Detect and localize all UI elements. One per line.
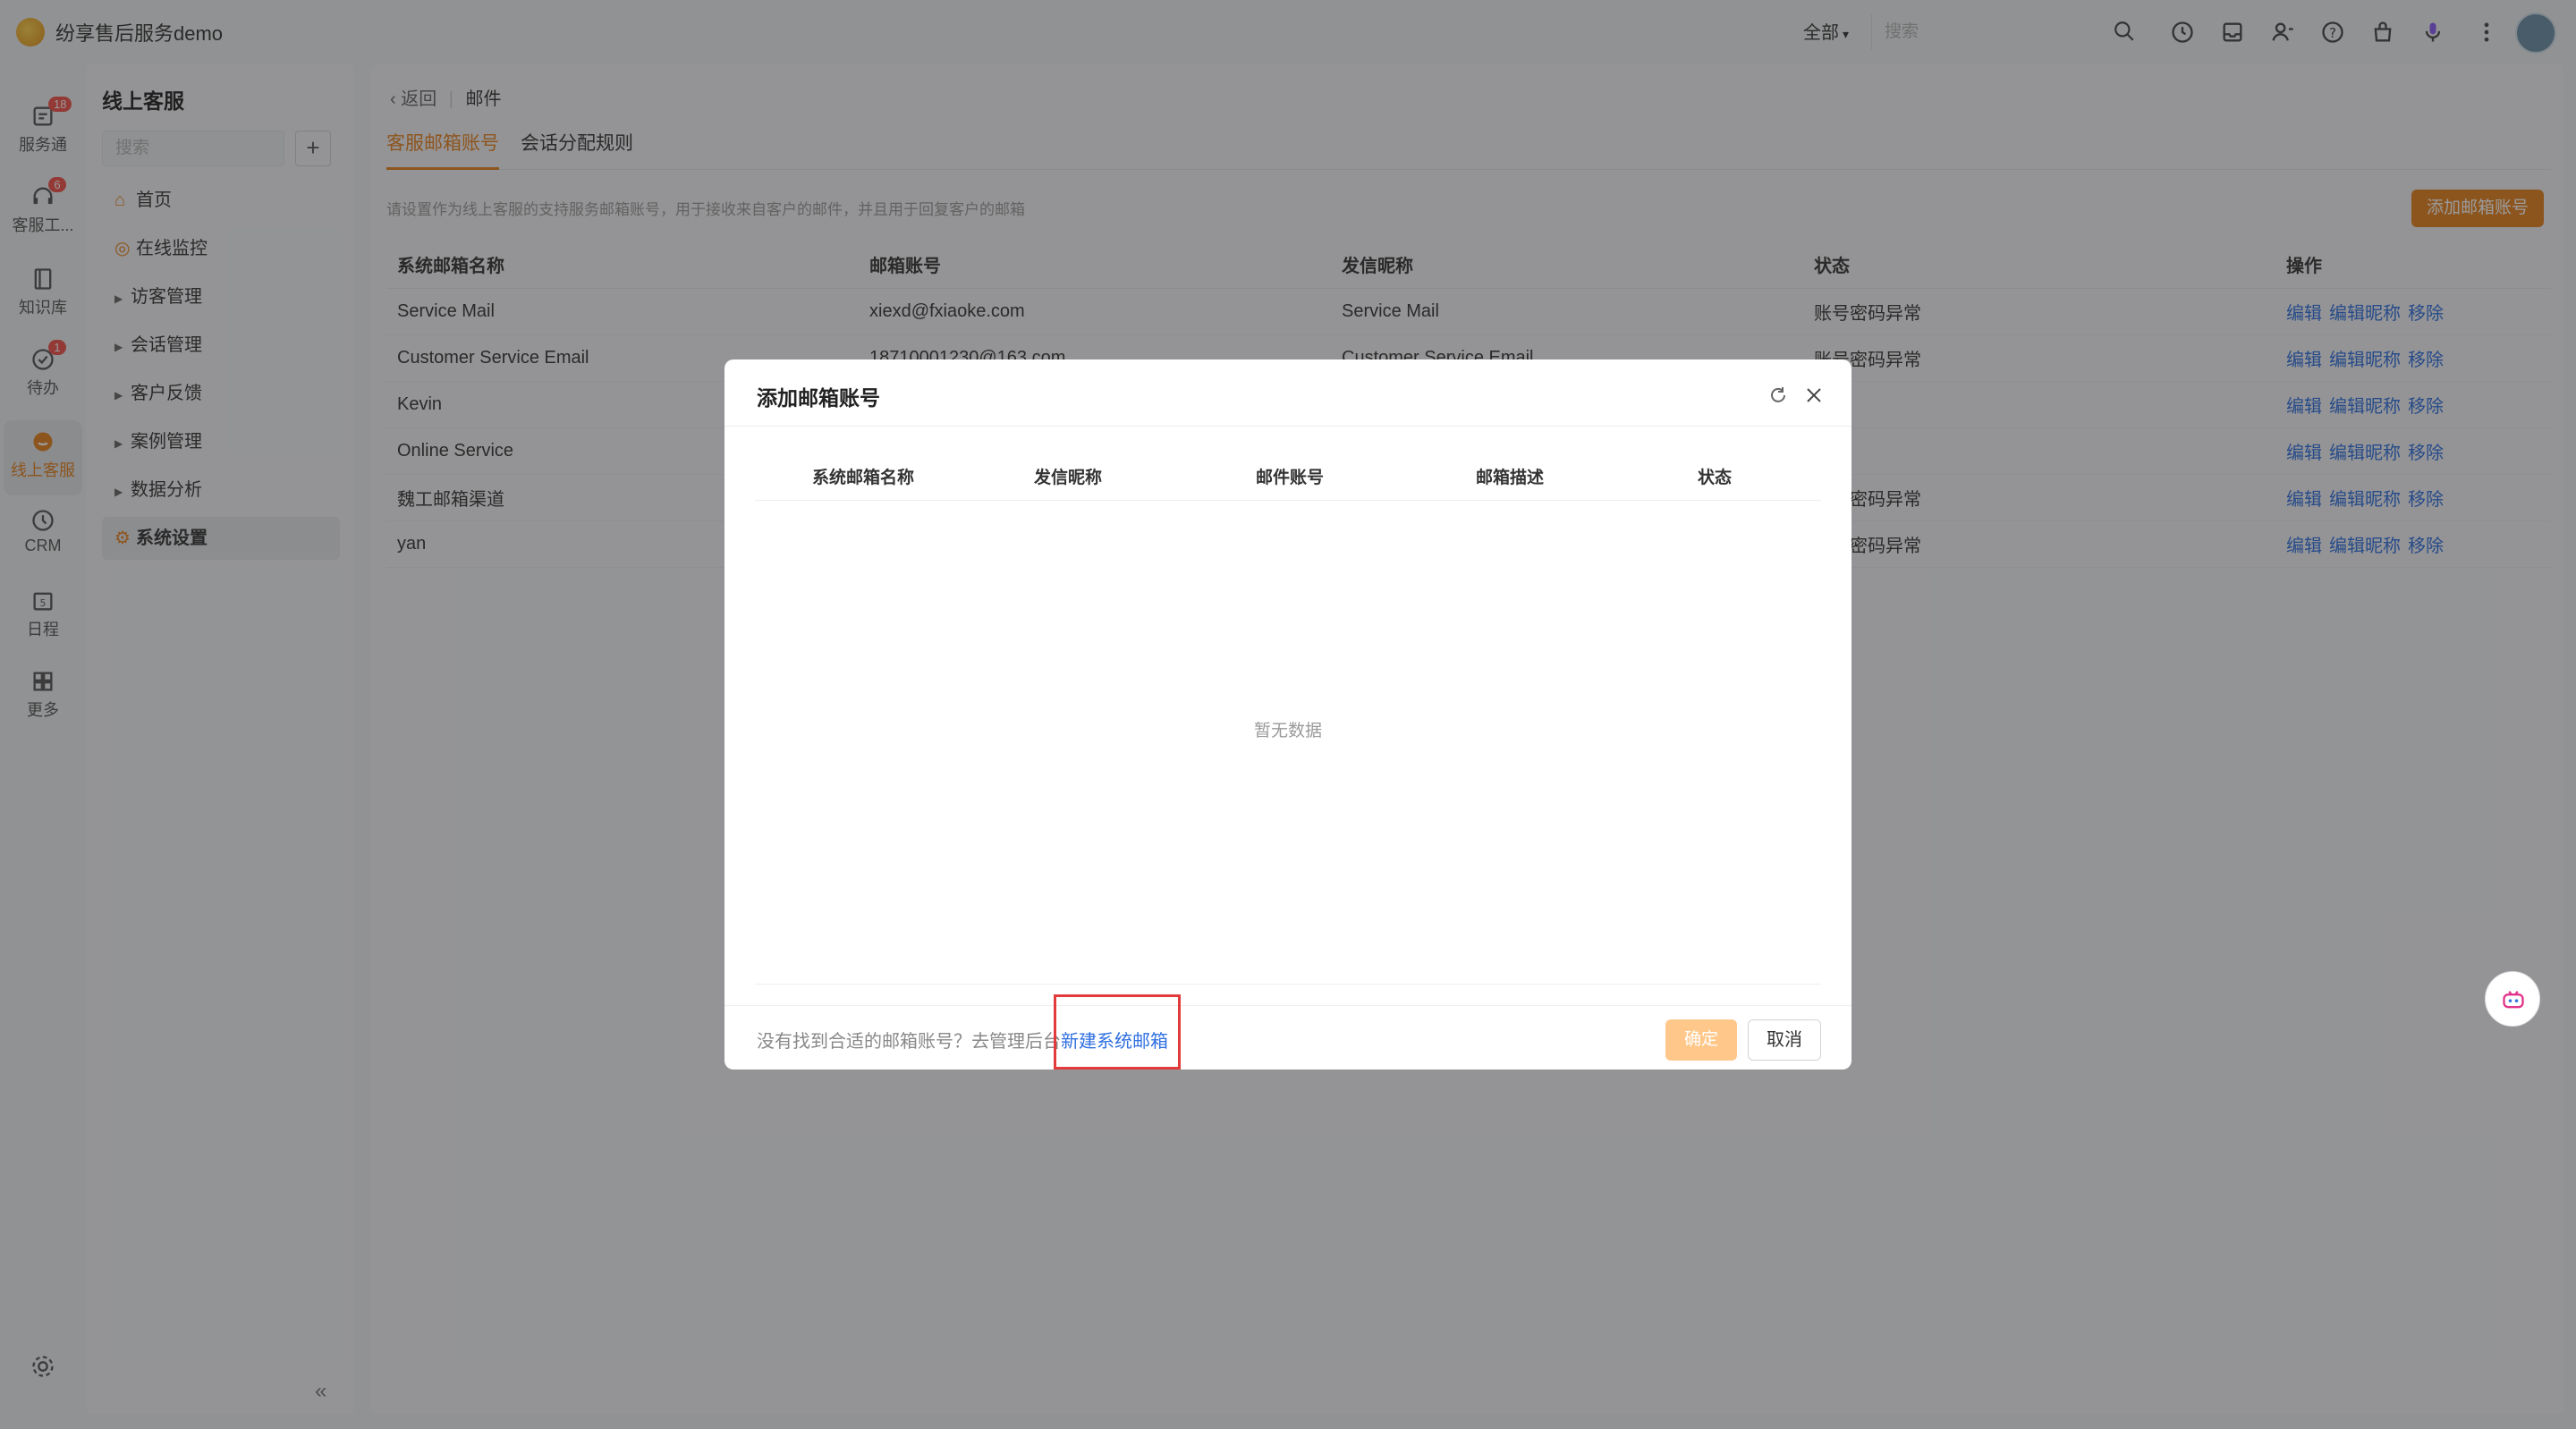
- empty-state: 暂无数据: [1253, 722, 1322, 740]
- robot-icon: [2503, 991, 2524, 1009]
- column-header: 邮箱描述: [1476, 469, 1545, 487]
- close-icon[interactable]: [1803, 385, 1825, 406]
- assistant-bot-button[interactable]: [2485, 971, 2540, 1027]
- divider: [724, 1005, 1852, 1006]
- dialog-title: 添加邮箱账号: [757, 386, 880, 410]
- highlight-box: [1054, 994, 1181, 1070]
- add-mailbox-dialog: 添加邮箱账号 系统邮箱名称 发信昵称 邮件账号 邮箱描述 状态 暂无数据 没有找…: [724, 359, 1852, 1070]
- column-header: 发信昵称: [1034, 469, 1103, 487]
- footer-hint-text: 没有找到合适的邮箱账号？去管理后台: [757, 1032, 1061, 1052]
- column-header: 邮件账号: [1256, 469, 1325, 487]
- dialog-table-header: 系统邮箱名称 发信昵称 邮件账号 邮箱描述 状态: [755, 456, 1821, 501]
- column-header: 系统邮箱名称: [812, 469, 915, 487]
- cancel-button[interactable]: 取消: [1748, 1019, 1821, 1061]
- refresh-icon[interactable]: [1767, 385, 1789, 406]
- divider: [755, 984, 1821, 985]
- divider: [724, 426, 1852, 427]
- confirm-button[interactable]: 确定: [1665, 1019, 1737, 1061]
- column-header: 状态: [1698, 469, 1733, 487]
